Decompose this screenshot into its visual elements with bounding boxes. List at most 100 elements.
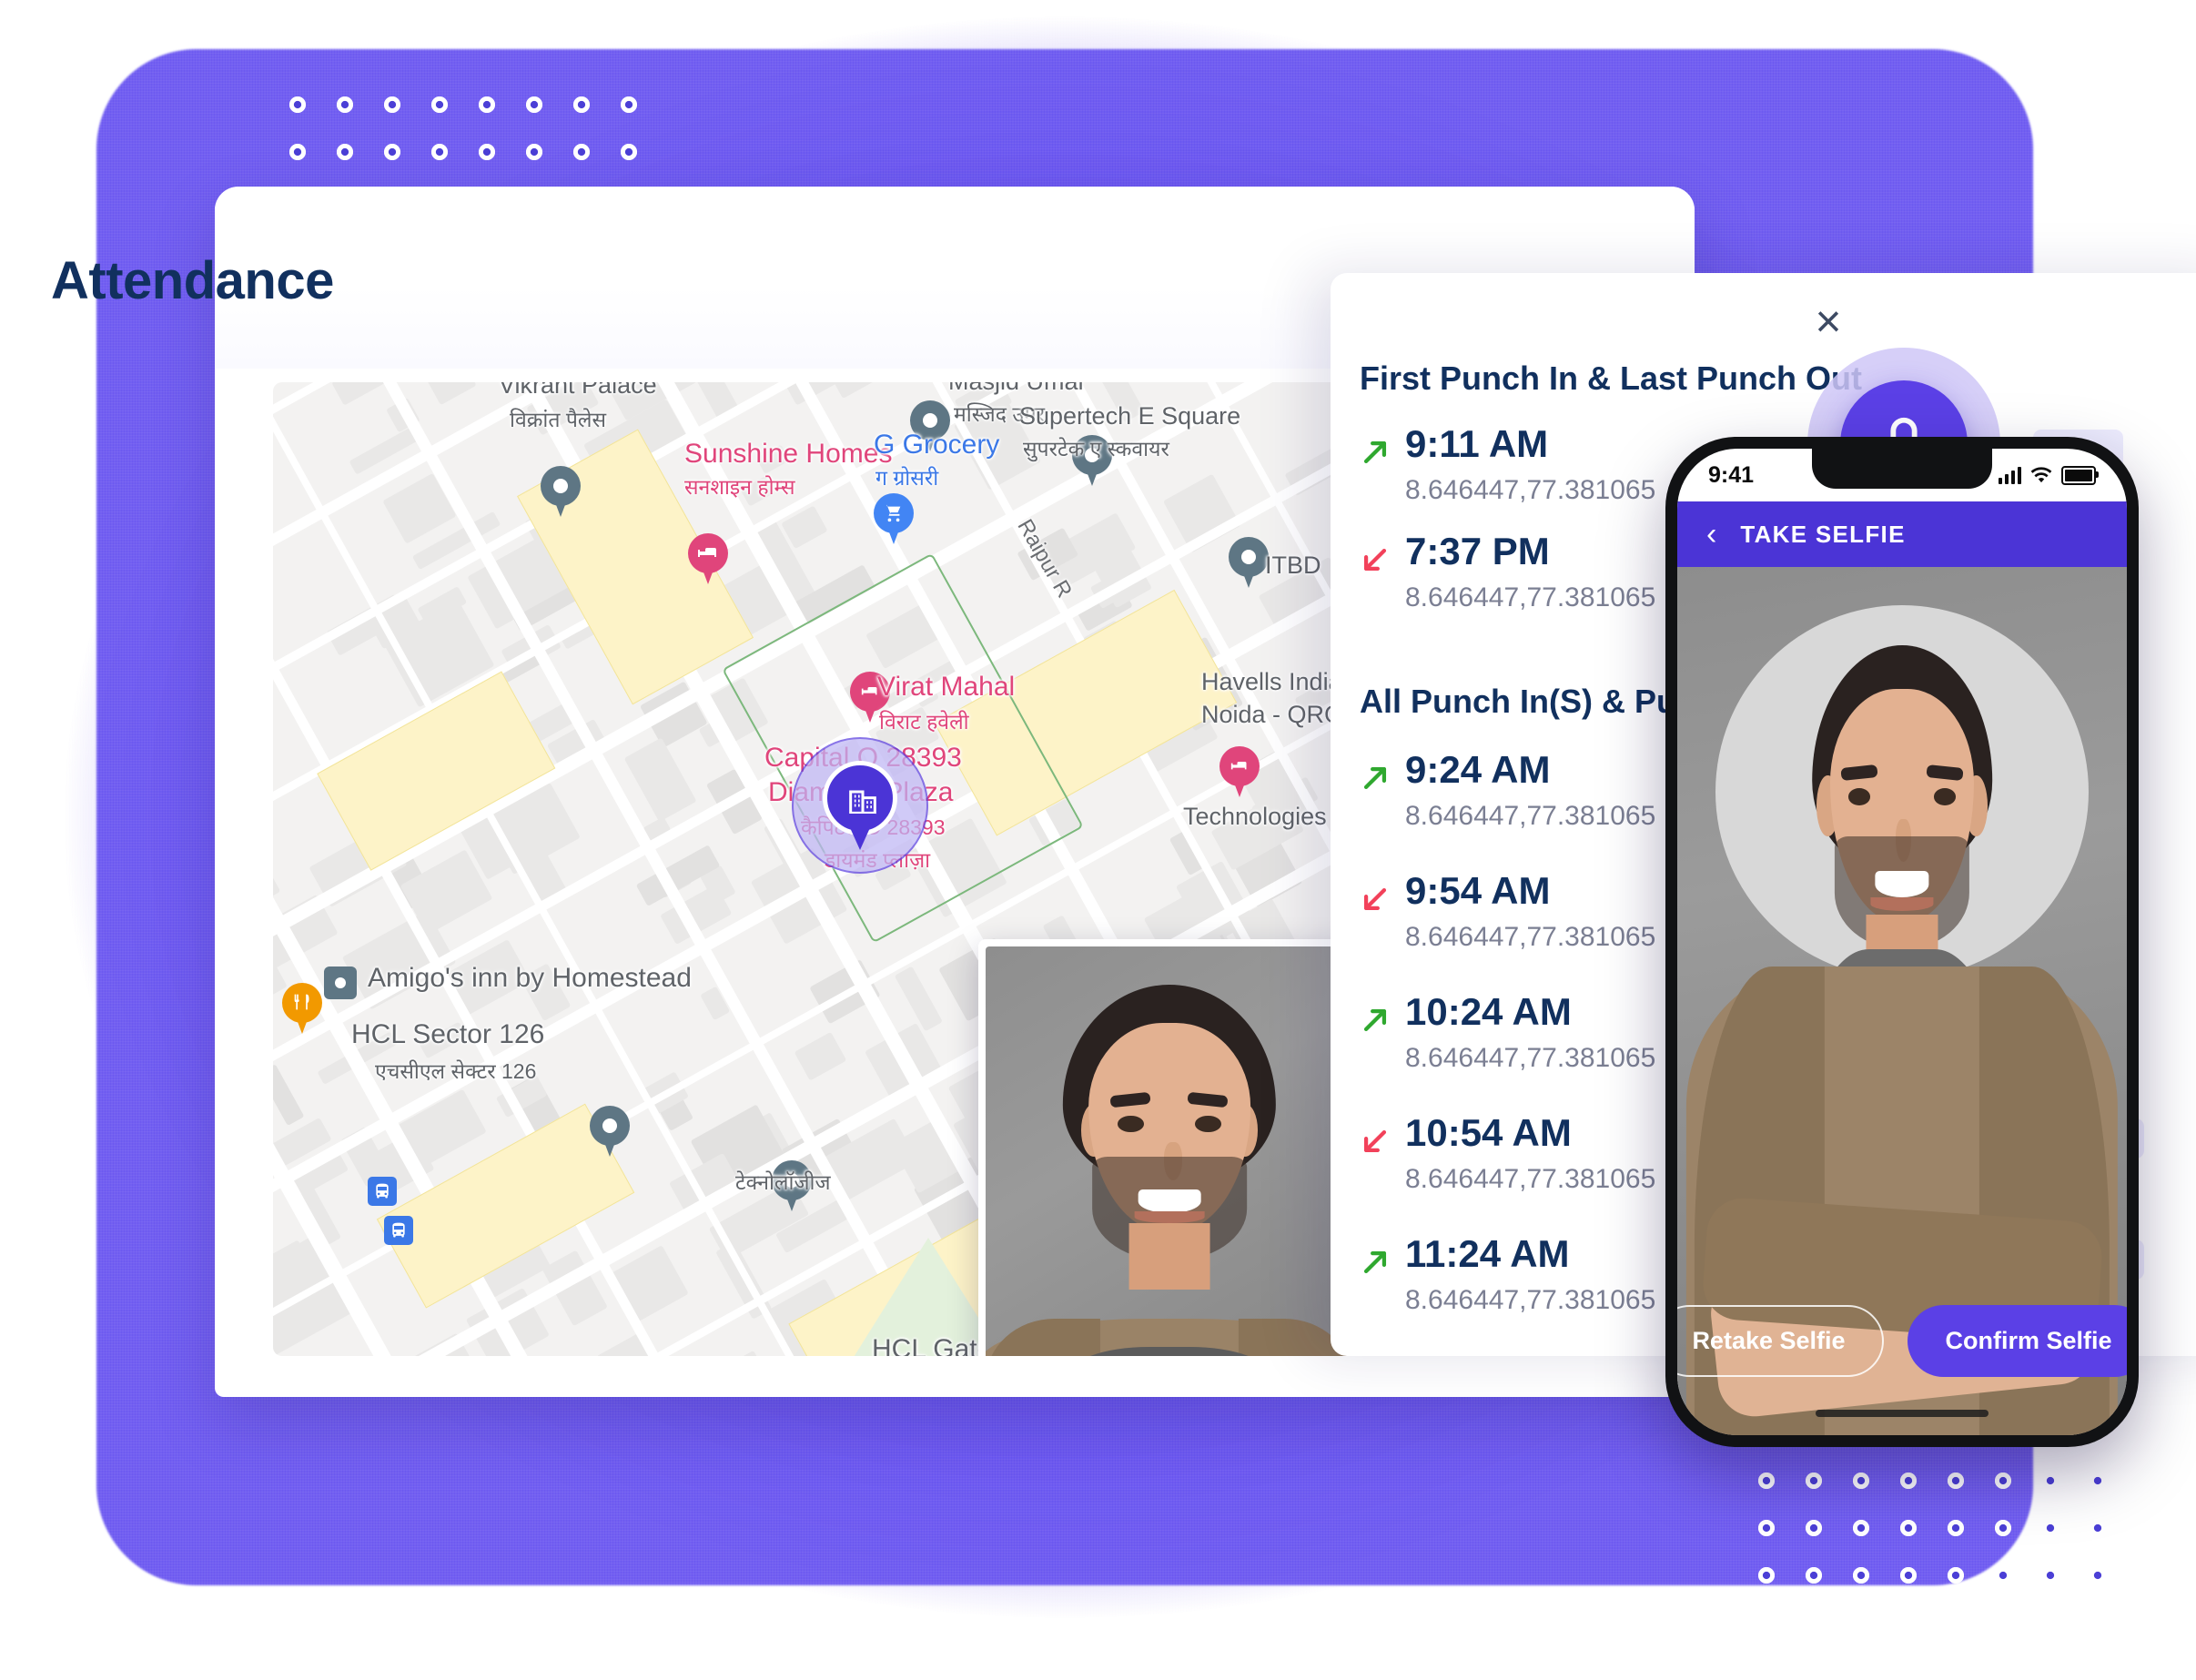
map-label-supertech-en: Supertech E Square [1019, 402, 1241, 430]
punch-coordinates: 8.646447,77.381065 [1405, 1164, 1656, 1194]
decorative-dot [1758, 1473, 1775, 1489]
close-icon[interactable]: × [1800, 293, 1857, 349]
map-pin-vikrant-palace[interactable] [541, 466, 581, 519]
decorative-dot-grid-top-left [289, 96, 637, 160]
phone-notch [1812, 449, 1992, 489]
chevron-left-icon[interactable]: ‹ [1706, 519, 1716, 550]
map-label-virat-mahal-en: Virat Mahal [877, 672, 1016, 702]
section-title-first-punch: First Punch In & Last Punch Out [1360, 359, 1863, 397]
decorative-dot [621, 144, 637, 160]
punch-in-arrow-icon [1363, 766, 1387, 790]
map-label-supertech-hi: सुपरटेक ए स्कवायर [1023, 437, 1169, 460]
selfie-preview-card[interactable] [978, 939, 1361, 1356]
punch-time: 11:24 AM [1405, 1232, 1570, 1275]
decorative-dot [1853, 1473, 1869, 1489]
phone-screen: 9:41 ‹ TAKE SELFIE Retake Selfie Confirm… [1677, 449, 2127, 1435]
decorative-dot [1853, 1567, 1869, 1584]
wifi-icon [2030, 467, 2052, 483]
punch-out-arrow-icon [1363, 887, 1387, 911]
phone-app-bar: ‹ TAKE SELFIE [1677, 501, 2127, 567]
cellular-signal-icon [1999, 466, 2021, 484]
decorative-dot [2090, 1473, 2106, 1489]
punch-in-arrow-icon [1363, 1008, 1387, 1032]
map-label-virat-mahal-hi: विराट हवेली [879, 710, 969, 734]
punch-time: 9:11 AM [1405, 422, 1549, 465]
decorative-dot [526, 144, 542, 160]
punch-time: 10:54 AM [1405, 1111, 1572, 1154]
punch-out-arrow-icon [1363, 548, 1387, 572]
punch-time: 7:37 PM [1405, 530, 1550, 572]
decorative-dot [2042, 1567, 2059, 1584]
map-pin-amigos-inn[interactable] [324, 967, 357, 999]
map-label-sunshine-homes-en: Sunshine Homes [684, 439, 893, 469]
map-pin-diamond-plaza[interactable] [1219, 746, 1260, 799]
punch-in-arrow-icon [1363, 440, 1387, 464]
punch-in-arrow-icon [1363, 1250, 1387, 1274]
punch-coordinates: 8.646447,77.381065 [1405, 801, 1656, 831]
decorative-dot [1758, 1567, 1775, 1584]
map-label-technologies-en: Technologies [1183, 803, 1327, 830]
map-pin-restaurant[interactable] [282, 983, 322, 1036]
decorative-dot [526, 96, 542, 113]
map-pin-hcl-bus-stop[interactable] [590, 1106, 630, 1159]
decorative-dot [1995, 1567, 2011, 1584]
map-label-itbd: ITBD [1265, 552, 1321, 579]
decorative-dot [1995, 1520, 2011, 1536]
map-label-vikrant-palace-hi: विक्रांत पैलेस [510, 408, 607, 431]
home-indicator [1816, 1410, 1989, 1417]
decorative-dot [2090, 1520, 2106, 1536]
decorative-dot [2042, 1473, 2059, 1489]
decorative-dot [337, 96, 353, 113]
map-label-technologies-hi: टेक्नोलॉजीज [735, 1170, 831, 1194]
decorative-dot [573, 144, 590, 160]
decorative-dot [384, 144, 400, 160]
punch-coordinates: 8.646447,77.381065 [1405, 475, 1656, 505]
map-label-hcl-sector-126-hi: एचसीएल सेक्टर 126 [375, 1059, 537, 1083]
decorative-dot [1995, 1473, 2011, 1489]
punch-coordinates: 8.646447,77.381065 [1405, 922, 1656, 952]
office-building-pin-icon [823, 761, 897, 852]
punch-out-arrow-icon [1363, 1129, 1387, 1153]
battery-icon [2061, 465, 2099, 485]
decorative-dot [1900, 1473, 1917, 1489]
punch-coordinates: 8.646447,77.381065 [1405, 1285, 1656, 1315]
selfie-camera-view[interactable]: Retake Selfie Confirm Selfie [1677, 567, 2127, 1435]
punch-time: 9:54 AM [1405, 869, 1551, 912]
app-bar-title: TAKE SELFIE [1740, 520, 1906, 548]
map-label-g-grocery-hi: ग ग्रोसरी [875, 466, 939, 490]
decorative-dot [1900, 1520, 1917, 1536]
map-pin-sunshine-homes[interactable] [688, 533, 728, 586]
decorative-dot [384, 96, 400, 113]
decorative-dot [1758, 1520, 1775, 1536]
decorative-dot [2090, 1567, 2106, 1584]
decorative-dot [1900, 1567, 1917, 1584]
decorative-dot [1806, 1520, 1822, 1536]
decorative-dot [431, 144, 448, 160]
decorative-dot [479, 96, 495, 113]
confirm-selfie-button[interactable]: Confirm Selfie [1907, 1305, 2127, 1377]
decorative-dot [1806, 1567, 1822, 1584]
decorative-dot [1853, 1520, 1869, 1536]
phone-mockup: 9:41 ‹ TAKE SELFIE Retake Selfie Confirm… [1665, 437, 2139, 1447]
punch-coordinates: 8.646447,77.381065 [1405, 582, 1656, 612]
punch-coordinates: 8.646447,77.381065 [1405, 1043, 1656, 1073]
punch-time: 9:24 AM [1405, 748, 1551, 791]
current-location-marker[interactable] [792, 737, 928, 874]
map-pin-itbd[interactable] [1229, 537, 1269, 590]
decorative-dot [621, 96, 637, 113]
map-pin-g-grocery[interactable] [874, 493, 914, 546]
retake-selfie-button[interactable]: Retake Selfie [1677, 1305, 1884, 1377]
decorative-dot [1948, 1567, 1964, 1584]
decorative-dot [1806, 1473, 1822, 1489]
map-label-masjid-umar-en: Masjid Umar [948, 382, 1087, 396]
decorative-dot [289, 96, 306, 113]
map-label-sunshine-homes-hi: सनशाइन होम्स [684, 475, 795, 499]
map-label-vikrant-palace-en: Vikrant Palace [499, 382, 657, 399]
decorative-dot [2042, 1520, 2059, 1536]
punch-time: 10:24 AM [1405, 990, 1572, 1033]
selfie-portrait-image [986, 946, 1353, 1356]
decorative-dot-grid-bottom-right [1758, 1473, 2106, 1584]
map-bus-stop-icon-1[interactable] [368, 1177, 397, 1206]
decorative-dot [479, 144, 495, 160]
map-bus-stop-icon-2[interactable] [384, 1216, 413, 1245]
